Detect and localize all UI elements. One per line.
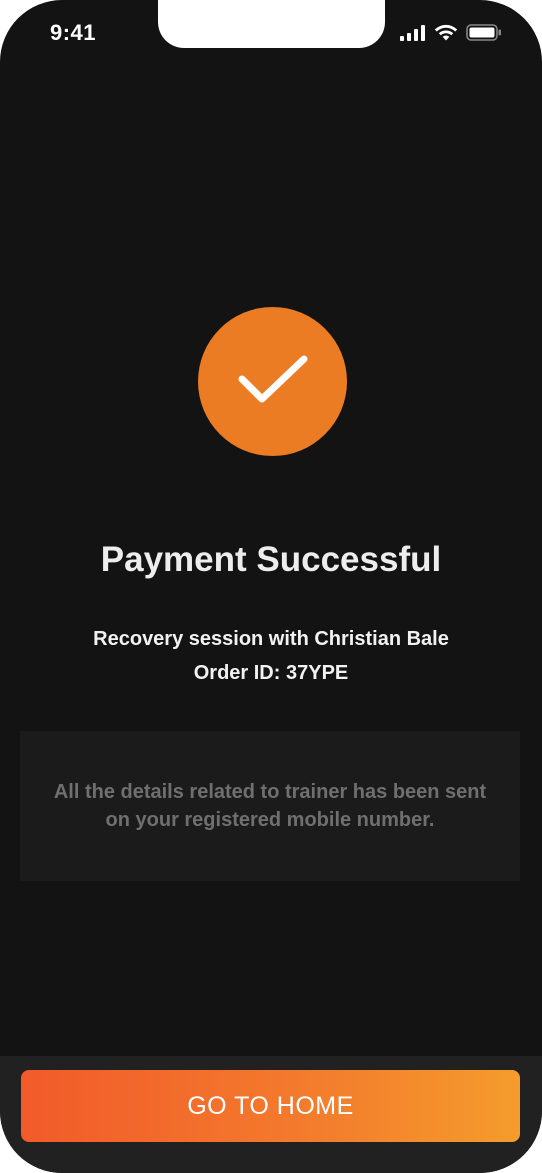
battery-icon: [466, 24, 501, 41]
order-id-value: 37YPE: [285, 662, 349, 684]
order-id-label: Order ID:: [193, 662, 281, 684]
phone-screen: 9:41 Payment Successful Recovery session…: [0, 0, 542, 1173]
info-message-line-1: All the details related to trainer has b…: [53, 781, 487, 803]
status-icons: [400, 24, 502, 41]
wifi-icon: [434, 24, 458, 41]
info-message-line-2: on your registered mobile number.: [105, 809, 435, 831]
session-description: Recovery session with Christian Bale: [93, 628, 449, 650]
go-to-home-button[interactable]: GO TO HOME: [21, 1070, 520, 1142]
order-id-line: Order ID: 37YPE: [0, 662, 542, 685]
info-message-box: All the details related to trainer has b…: [20, 731, 520, 881]
success-badge: [198, 307, 347, 456]
checkmark-icon: [238, 355, 307, 402]
device-notch: [158, 0, 385, 48]
go-to-home-label: GO TO HOME: [187, 1091, 354, 1120]
cellular-signal-icon: [400, 24, 425, 41]
info-message: All the details related to trainer has b…: [20, 778, 520, 834]
page-title: Payment Successful: [100, 540, 442, 579]
status-time: 9:41: [50, 20, 97, 45]
